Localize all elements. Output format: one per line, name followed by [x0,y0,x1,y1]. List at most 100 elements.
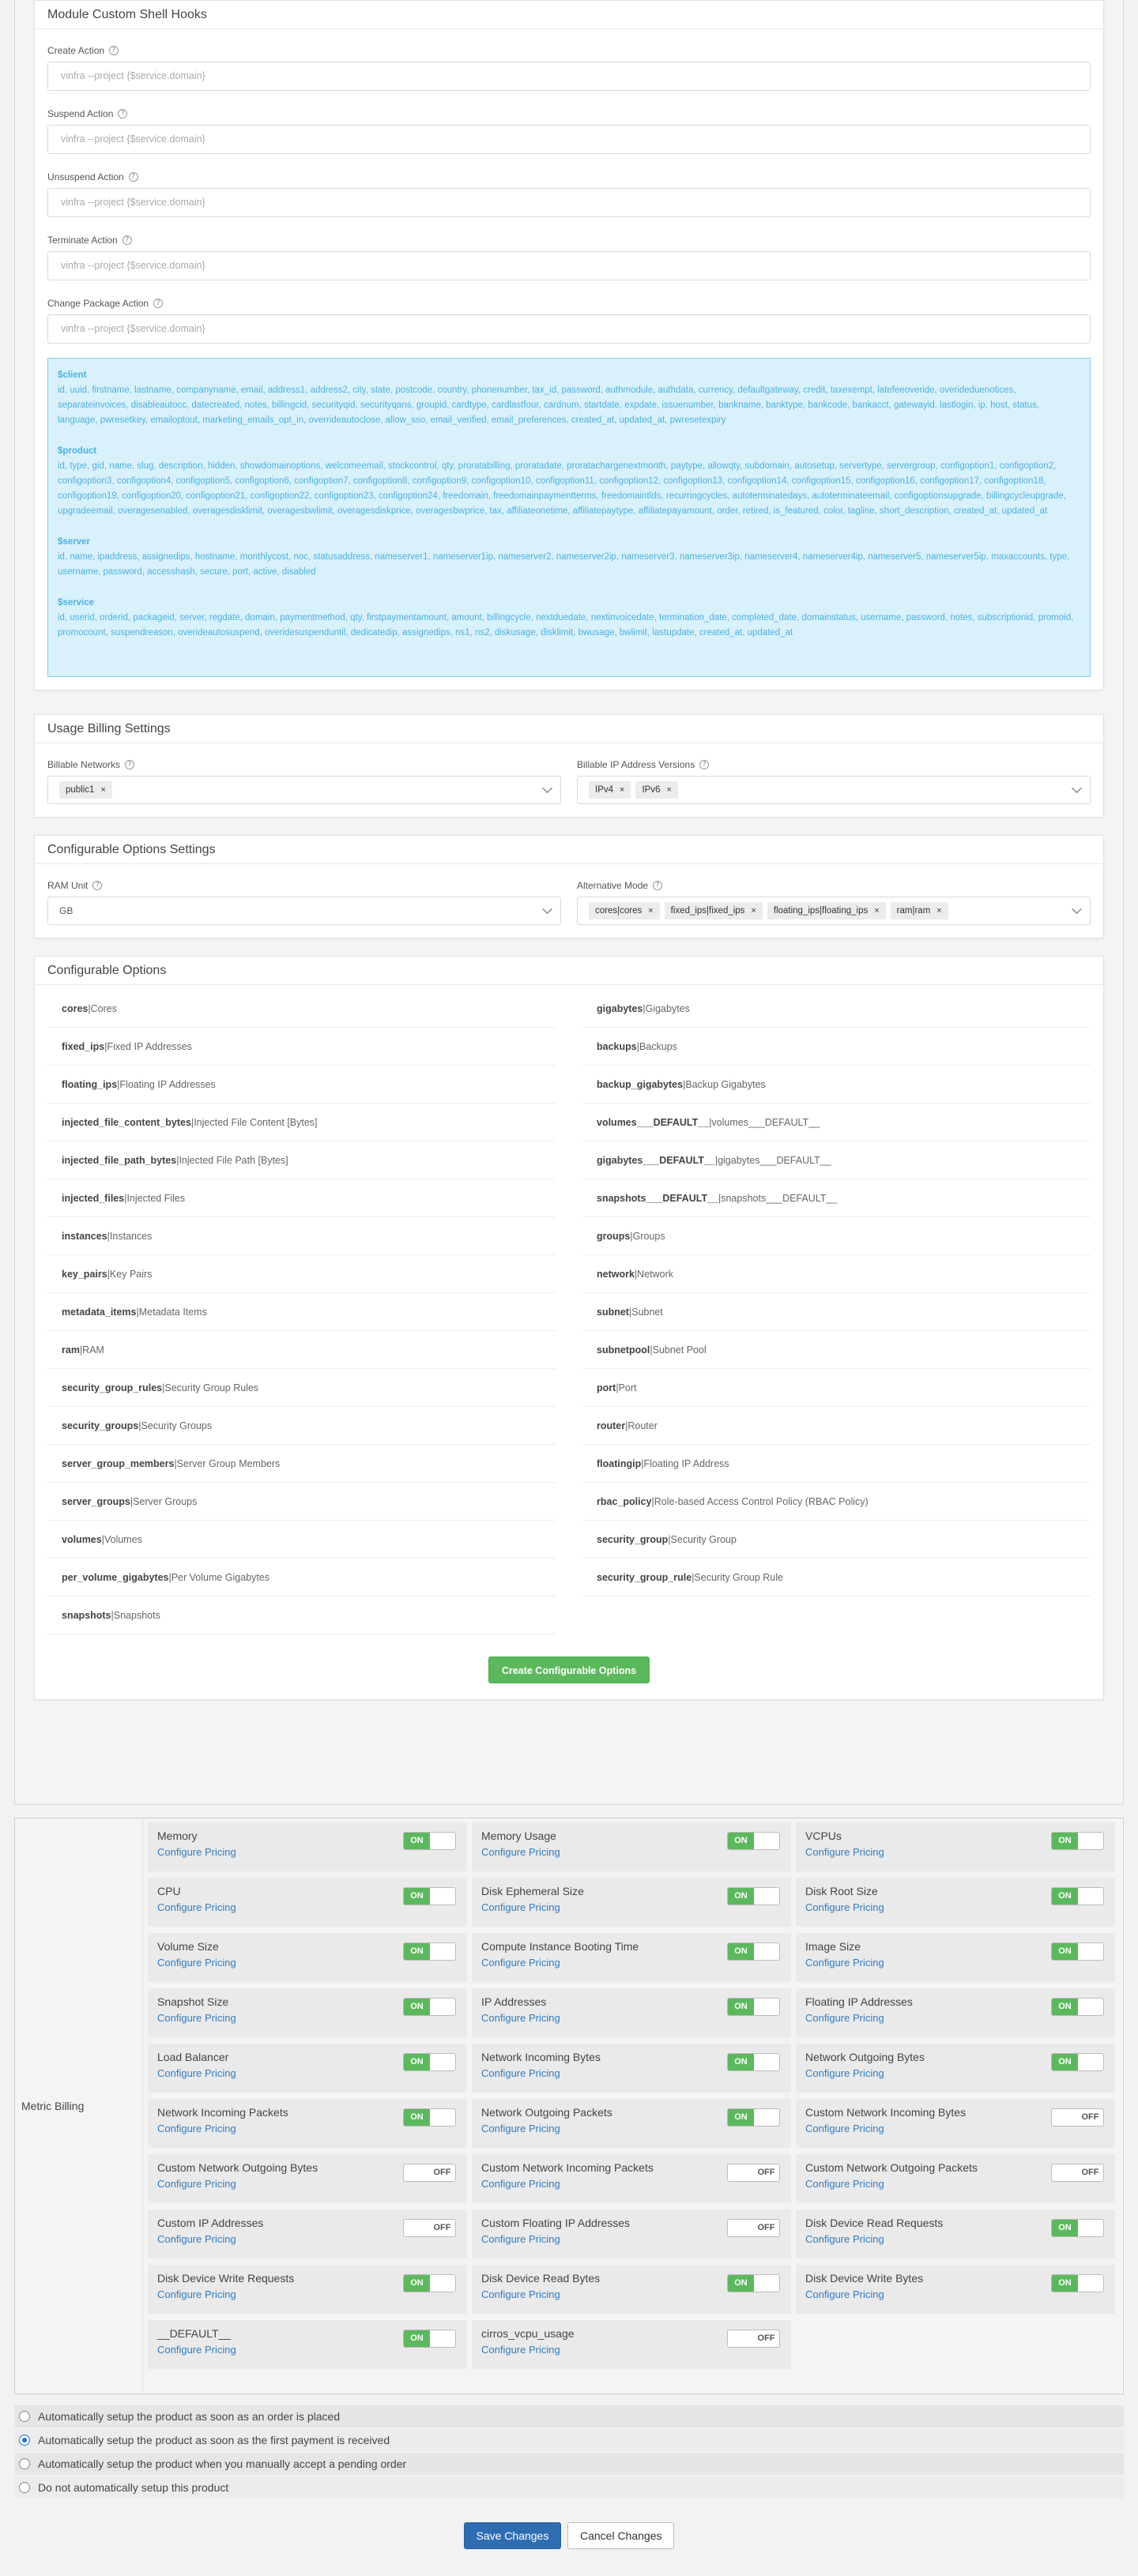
metric-toggle[interactable]: ON [403,2330,456,2348]
help-icon[interactable]: ? [125,760,135,769]
selected-chip: public1 × [59,781,112,799]
metric-toggle[interactable]: ON [1051,1832,1104,1850]
help-icon[interactable]: ? [128,172,138,182]
option-key: snapshots [62,1609,111,1621]
metric-toggle[interactable]: ON [1051,1887,1104,1905]
metric-toggle[interactable]: ON [727,1887,780,1905]
metric-toggle[interactable]: ON [727,2274,780,2292]
configurable-option-row: injected_file_path_bytes |Injected File P… [47,1141,556,1179]
metric-toggle[interactable]: ON [403,1942,456,1961]
autosetup-option[interactable]: Automatically setup the product as soon … [14,2429,1124,2451]
module-settings-container: Module Custom Shell Hooks Create Action?… [14,0,1124,1805]
metric-toggle[interactable]: ON [403,2274,456,2292]
metric-toggle[interactable]: ON [403,2053,456,2071]
option-key: subnet [597,1306,629,1318]
metric-toggle[interactable]: OFF [403,2219,456,2237]
metric-toggle[interactable]: ON [1051,1998,1104,2016]
configurable-option-row: snapshots___DEFAULT__ |snapshots___DEFAUL… [582,1179,1091,1217]
metric-toggle[interactable]: OFF [727,2219,780,2237]
metric-toggle[interactable]: OFF [1051,2164,1104,2182]
alternative-mode-label: Alternative Mode [577,880,649,891]
option-key: per_volume_gigabytes [62,1571,169,1583]
metric-toggle[interactable]: ON [1051,2274,1104,2292]
panel-title: Configurable Options [35,957,1103,985]
option-key: volumes [62,1533,102,1545]
remove-chip-icon[interactable]: × [666,785,671,795]
variable-list: id, name, ipaddress, assignedips, hostna… [58,552,1070,577]
configurable-options-settings-panel: Configurable Options Settings RAM Unit? … [34,835,1104,938]
field-label-row: Create Action? [47,45,1091,56]
option-name: |Metadata Items [136,1306,207,1318]
radio-button[interactable] [19,2482,30,2493]
autosetup-option[interactable]: Do not automatically setup this product [14,2476,1124,2499]
metric-card: __DEFAULT__ Configure Pricing ON [148,2320,467,2369]
configurable-option-row: volumes___DEFAULT__ |volumes___DEFAULT__ [582,1104,1091,1141]
metric-toggle[interactable]: ON [1051,2053,1104,2071]
action-input[interactable]: vinfra --project {$service.domain} [47,251,1091,280]
toggle-state-label: ON [404,2275,430,2292]
remove-chip-icon[interactable]: × [648,906,653,916]
metric-toggle[interactable]: OFF [727,2330,780,2348]
metric-toggle[interactable]: ON [403,1887,456,1905]
metric-toggle[interactable]: OFF [403,2164,456,2182]
help-icon[interactable]: ? [122,235,132,245]
metric-toggle[interactable]: ON [1051,2219,1104,2237]
remove-chip-icon[interactable]: × [620,785,624,795]
action-input[interactable]: vinfra --project {$service.domain} [47,62,1091,91]
metric-toggle[interactable]: ON [727,1832,780,1850]
radio-button[interactable] [19,2411,30,2422]
metric-toggle[interactable]: ON [727,2108,780,2127]
metric-toggle[interactable]: OFF [727,2164,780,2182]
billable-ip-versions-select[interactable]: IPv4 × IPv6 × [577,776,1091,804]
remove-chip-icon[interactable]: × [100,785,105,795]
action-input[interactable]: vinfra --project {$service.domain} [47,314,1091,344]
autosetup-option[interactable]: Automatically setup the product as soon … [14,2405,1124,2427]
radio-button[interactable] [19,2435,30,2446]
metric-toggle[interactable]: ON [1051,1942,1104,1961]
remove-chip-icon[interactable]: × [936,906,941,916]
metric-card: Network Outgoing Packets Configure Pricin… [472,2099,791,2148]
option-name: |snapshots___DEFAULT__ [718,1192,838,1204]
radio-button[interactable] [19,2458,30,2469]
action-input[interactable]: vinfra --project {$service.domain} [47,125,1091,154]
save-changes-button[interactable]: Save Changes [463,2522,562,2549]
remove-chip-icon[interactable]: × [874,906,879,916]
option-name: |Volumes [101,1533,142,1545]
metric-grid: Memory Configure Pricing ON Memory Usage Con… [143,1818,1123,2394]
metric-toggle[interactable]: ON [727,1942,780,1961]
create-configurable-options-button[interactable]: Create Configurable Options [488,1657,650,1683]
option-name: |Injected File Content [Bytes] [190,1116,318,1128]
toggle-state-label: ON [728,1888,754,1905]
field-label: Change Package Action [47,298,149,309]
alternative-mode-select[interactable]: cores|cores × fixed_ips|fixed_ips × floating… [577,897,1091,925]
ram-unit-select[interactable]: GB [47,897,561,925]
action-input[interactable]: vinfra --project {$service.domain} [47,188,1091,217]
metric-toggle[interactable]: ON [727,2053,780,2071]
help-icon[interactable]: ? [109,46,119,55]
billable-networks-select[interactable]: public1 × [47,776,561,804]
selected-chip: IPv6 × [635,781,678,799]
metric-toggle[interactable]: ON [403,2108,456,2127]
field-label-row: Terminate Action? [47,235,1091,246]
field-label: Unsuspend Action [47,171,124,182]
help-icon[interactable]: ? [118,109,128,118]
help-icon[interactable]: ? [699,760,710,769]
cancel-changes-button[interactable]: Cancel Changes [567,2522,675,2549]
metric-card: Load Balancer Configure Pricing ON [148,2044,467,2093]
help-icon[interactable]: ? [92,881,103,890]
variable-group-title: $product [58,446,97,456]
help-icon[interactable]: ? [653,881,663,890]
metric-toggle[interactable]: ON [727,1998,780,2016]
autosetup-option[interactable]: Automatically setup the product when you… [14,2453,1124,2475]
configurable-options-panel: Configurable Options cores |Cores gigabyte… [34,956,1104,1700]
metric-toggle[interactable]: ON [403,1998,456,2016]
toggle-state-label: ON [1052,2220,1078,2236]
metric-toggle[interactable]: ON [403,1832,456,1850]
remove-chip-icon[interactable]: × [751,906,756,916]
help-icon[interactable]: ? [153,299,164,308]
field-label: Create Action [47,45,105,56]
metric-card: Image Size Configure Pricing ON [796,1933,1115,1982]
variable-list: id, uuid, firstname, lastname, companyna… [58,385,1040,425]
metric-toggle[interactable]: OFF [1051,2108,1104,2127]
metric-card: Disk Device Read Bytes Configure Pricing O… [472,2265,791,2314]
